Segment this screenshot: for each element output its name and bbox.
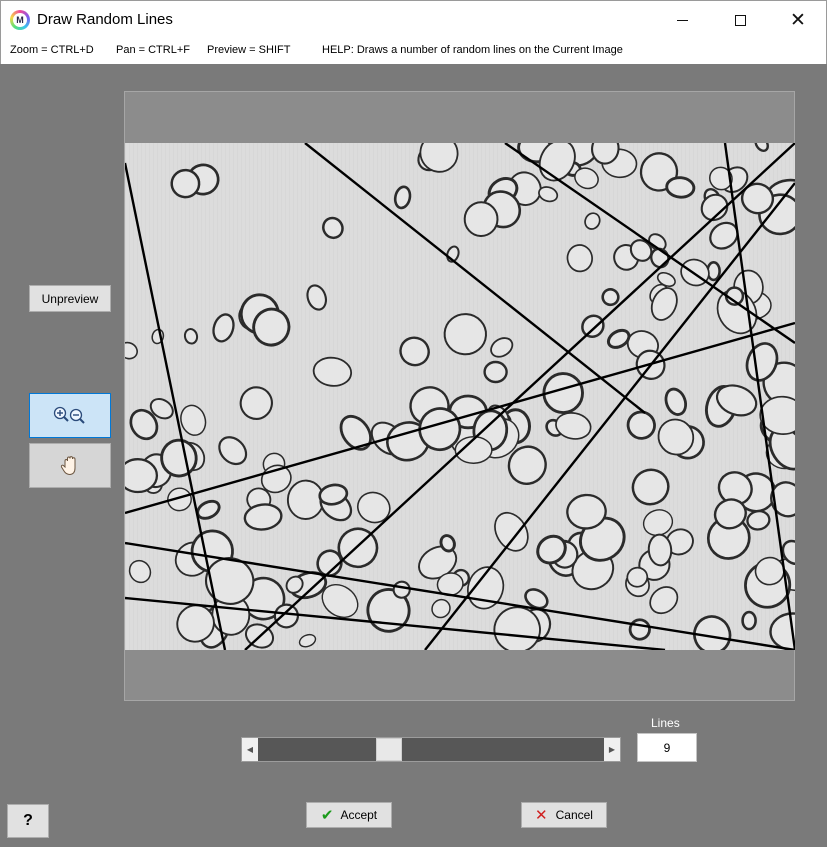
maximize-button[interactable] bbox=[711, 1, 769, 39]
accept-button[interactable]: ✔ Accept bbox=[306, 802, 392, 828]
slider-left-arrow[interactable]: ◀ bbox=[242, 738, 258, 761]
particle bbox=[170, 168, 201, 199]
particle bbox=[741, 610, 757, 631]
hand-pan-icon bbox=[60, 455, 76, 475]
help-bar: Zoom = CTRL+D Pan = CTRL+F Preview = SHI… bbox=[0, 38, 827, 64]
title-bar: M Draw Random Lines ✕ bbox=[0, 0, 827, 38]
window-title: Draw Random Lines bbox=[37, 11, 173, 28]
cancel-x-icon: ✕ bbox=[535, 807, 548, 824]
pan-shortcut-text: Pan = CTRL+F bbox=[116, 44, 190, 56]
zoom-tool-button[interactable] bbox=[29, 393, 111, 438]
pan-tool-button[interactable] bbox=[29, 443, 111, 488]
lines-count-input[interactable]: 9 bbox=[637, 733, 697, 762]
lines-slider[interactable]: ◀ ▶ bbox=[241, 737, 621, 762]
close-button[interactable]: ✕ bbox=[769, 1, 827, 39]
cancel-label: Cancel bbox=[555, 808, 593, 822]
help-button[interactable]: ? bbox=[7, 804, 49, 838]
image-canvas-frame[interactable] bbox=[124, 91, 795, 701]
maximize-icon bbox=[734, 14, 746, 26]
unpreview-button[interactable]: Unpreview bbox=[29, 285, 111, 312]
particle bbox=[286, 479, 325, 520]
particle bbox=[483, 360, 508, 384]
close-icon: ✕ bbox=[790, 9, 806, 31]
app-logo-icon: M bbox=[10, 10, 30, 30]
slider-thumb[interactable] bbox=[375, 738, 402, 761]
zoom-shortcut-text: Zoom = CTRL+D bbox=[10, 44, 94, 56]
accept-label: Accept bbox=[340, 808, 378, 822]
particle bbox=[665, 176, 696, 199]
lines-label: Lines bbox=[651, 716, 680, 730]
image-preview[interactable] bbox=[125, 143, 795, 650]
minimize-button[interactable] bbox=[653, 1, 711, 39]
slider-right-arrow[interactable]: ▶ bbox=[604, 738, 620, 761]
particle bbox=[463, 201, 499, 237]
minimize-icon bbox=[676, 19, 688, 21]
zoom-in-out-icon bbox=[53, 406, 85, 424]
checkmark-icon: ✔ bbox=[320, 807, 334, 824]
preview-shortcut-text: Preview = SHIFT bbox=[207, 44, 291, 56]
preview-image bbox=[125, 143, 795, 650]
particle bbox=[125, 458, 159, 494]
cancel-button[interactable]: ✕ Cancel bbox=[521, 802, 607, 828]
help-description: HELP: Draws a number of random lines on … bbox=[322, 44, 623, 56]
